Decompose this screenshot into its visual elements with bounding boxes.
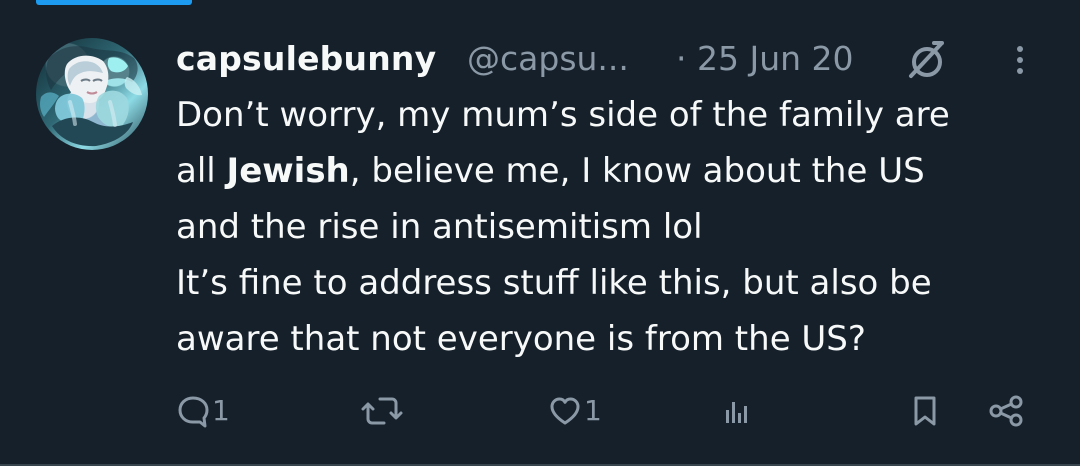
views-icon: [721, 394, 755, 428]
share-button[interactable]: [987, 386, 1027, 436]
more-vertical-icon: [1017, 46, 1023, 74]
meta-separator: ·: [676, 39, 687, 78]
views-button[interactable]: [721, 386, 757, 436]
avatar-image-icon: [40, 46, 142, 147]
tweet-text-bold-word: Jewish: [226, 151, 350, 191]
tweet-text-line-2-prefix: all: [176, 151, 227, 191]
top-accent-bar: [36, 0, 192, 5]
bookmark-button[interactable]: [908, 386, 942, 436]
like-button[interactable]: 1: [548, 386, 602, 436]
author-display-name[interactable]: capsulebunny: [176, 37, 436, 81]
tweet-text-line-1: Don’t worry, my mum’s side of the family…: [176, 95, 950, 135]
tweet-text-line-2-suffix: , believe me, I know about the US: [349, 151, 925, 191]
reply-icon: [176, 394, 210, 428]
tweet-text: Don’t worry, my mum’s side of the family…: [176, 87, 1036, 367]
bookmark-icon: [908, 394, 942, 428]
avatar[interactable]: [36, 38, 148, 150]
tweet-text-line-3: and the rise in antisemitism lol: [176, 207, 703, 247]
repost-icon: [360, 394, 404, 428]
more-options-button[interactable]: [1009, 42, 1031, 78]
tweet-text-line-5: aware that not everyone is from the US?: [176, 319, 866, 359]
reply-button[interactable]: 1: [176, 386, 230, 436]
share-icon: [987, 394, 1027, 428]
like-count: 1: [584, 394, 602, 427]
tweet-header: capsulebunny @capsu... · 25 Jun 20: [176, 34, 1036, 86]
repost-button[interactable]: [360, 386, 406, 436]
tweet-text-line-4: It’s fine to address stuff like this, bu…: [176, 263, 932, 303]
author-handle[interactable]: @capsu...: [467, 37, 629, 81]
tweet-date[interactable]: 25 Jun 20: [697, 37, 854, 81]
reply-count: 1: [212, 394, 230, 427]
like-icon: [548, 394, 582, 428]
slash-circle-icon: [903, 34, 953, 84]
tweet-text-line-2: all Jewish, believe me, I know about the…: [176, 143, 1036, 199]
